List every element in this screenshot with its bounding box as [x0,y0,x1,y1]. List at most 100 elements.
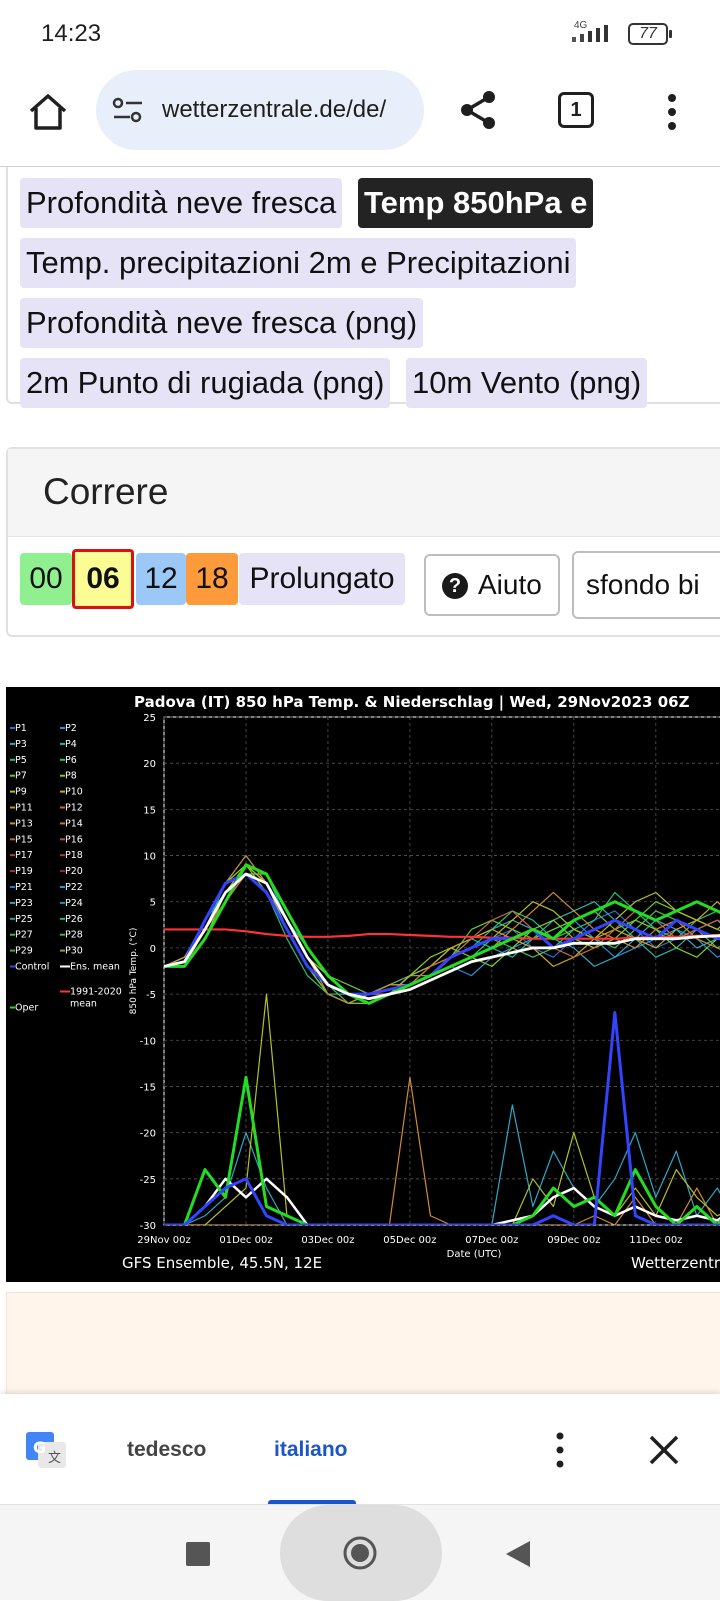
home-icon[interactable] [26,90,70,134]
y-tick-label: 25 [143,713,156,724]
legend-entry: Oper [15,1003,38,1014]
precip-line-oper [164,1075,720,1225]
chart-svg: Padova (IT) 850 hPa Temp. & Niederschlag… [10,693,720,1272]
more-vert-icon[interactable] [548,1430,572,1470]
ensemble-chart: Padova (IT) 850 hPa Temp. & Niederschlag… [6,687,720,1282]
legend-entry: 1991-2020 [70,987,122,998]
help-icon: ? [442,573,468,599]
precip-line-control [164,1011,720,1225]
site-settings-icon[interactable] [112,94,144,126]
legend-entry: P26 [65,914,83,925]
series-line-p6 [164,864,720,1004]
run-panel: Correre 00 06 12 18 Prolungato ? Aiuto s… [6,447,720,637]
legend-entry: P28 [65,930,83,941]
legend-entry: P23 [15,898,33,909]
precip-line-p11 [164,1076,720,1225]
legend-entry: P22 [65,882,83,893]
share-icon[interactable] [456,88,500,132]
legend-entry: P20 [65,866,83,877]
back-icon[interactable] [504,1539,532,1569]
chart-footer-right: Wetterzentrale [631,1254,720,1272]
legend-entry: P24 [65,898,83,909]
legend-entry: P4 [65,739,77,750]
precip-line-ens--mean [164,1177,720,1225]
target-language-tab[interactable]: italiano [274,1438,348,1462]
svg-text:文: 文 [48,1451,61,1466]
run-extended-button[interactable]: Prolungato [239,553,405,605]
y-tick-label: -5 [146,990,156,1001]
x-tick-label: 03Dec 00z [301,1235,354,1246]
map-type-chip[interactable]: Temp. precipitazioni 2m e Precipitazioni [20,238,577,288]
legend-entry: P7 [15,771,27,782]
legend-entry: P25 [15,914,33,925]
chart-footer-left: GFS Ensemble, 45.5N, 12E [122,1254,322,1272]
map-type-chip[interactable]: Profondità neve fresca (png) [20,298,424,348]
y-tick-label: 5 [150,898,156,909]
tab-switcher-icon[interactable]: 1 [558,92,594,128]
legend-entry: Ens. mean [70,962,120,973]
run-18-button[interactable]: 18 [186,553,238,605]
legend-entry: P11 [15,803,33,814]
y-tick-label: -20 [140,1129,156,1140]
chart-title: Padova (IT) 850 hPa Temp. & Niederschlag… [134,693,690,712]
google-translate-icon: G 文 [26,1432,66,1468]
y-tick-label: -15 [140,1082,156,1093]
close-icon[interactable] [646,1432,682,1468]
y-tick-label: -10 [140,1036,156,1047]
legend-entry: P30 [65,946,83,957]
home-circle-icon[interactable] [342,1535,378,1571]
legend-entry: P18 [65,850,83,861]
recents-icon[interactable] [186,1542,210,1566]
legend-entry: P19 [15,866,33,877]
legend-entry: P29 [15,946,33,957]
translate-bar: G 文 tedesco italiano [0,1394,720,1505]
signal-icon [572,25,608,42]
status-bar: 14:23 4G 77 [0,0,720,70]
help-label: Aiuto [478,569,542,600]
run-title: Correre [43,471,169,512]
x-tick-label: 11Dec 00z [629,1235,682,1246]
legend-entry: P16 [65,834,83,845]
map-type-panel: Profondità neve fresca Temp 850hPa e Tem… [6,167,720,408]
x-tick-label: 05Dec 00z [383,1235,436,1246]
clock: 14:23 [41,20,102,47]
legend-entry: P14 [65,818,83,829]
y-tick-label: 15 [143,805,156,816]
legend-entry: P1 [15,723,27,734]
run-12-button[interactable]: 12 [136,553,186,605]
series-line-p1 [164,864,720,1004]
system-nav-bar [0,1504,720,1601]
map-type-chip[interactable]: Profondità neve fresca [20,178,343,228]
svg-text:G: G [33,1438,46,1457]
x-axis-label: Date (UTC) [447,1249,502,1260]
legend-entry: P17 [15,850,33,861]
next-section-panel [6,1292,720,1394]
y-tick-label: 20 [143,759,156,770]
series-line-p8 [164,864,720,1004]
battery-icon: 77 [628,23,672,45]
legend-entry-cont: mean [70,999,97,1010]
x-tick-label: 01Dec 00z [219,1235,272,1246]
legend-entry: P5 [15,755,27,766]
x-tick-label: 07Dec 00z [465,1235,518,1246]
y-axis-label: 850 hPa Temp. (°C) [129,928,139,1015]
help-button[interactable]: ? Aiuto [424,554,560,616]
map-type-chip-active[interactable]: Temp 850hPa e [358,178,594,228]
run-06-button[interactable]: 06 [72,549,134,609]
page-content: Profondità neve fresca Temp 850hPa e Tem… [0,167,720,1394]
y-tick-label: -25 [140,1175,156,1186]
map-type-chip[interactable]: 2m Punto di rugiada (png) [20,358,391,408]
series-line-oper [164,863,720,1005]
legend-entry: P10 [65,787,83,798]
y-tick-label: 0 [150,944,156,955]
legend-entry: P9 [15,787,27,798]
url-bar[interactable]: wetterzentrale.de/de/ [96,70,424,150]
source-language-tab[interactable]: tedesco [127,1438,206,1462]
legend-entry: P2 [65,723,77,734]
run-00-button[interactable]: 00 [20,553,72,605]
legend-entry: P3 [15,739,27,750]
legend-entry: P13 [15,818,33,829]
more-vert-icon[interactable] [660,90,684,134]
background-select[interactable]: sfondo bi [572,551,720,619]
map-type-chip[interactable]: 10m Vento (png) [406,358,648,408]
